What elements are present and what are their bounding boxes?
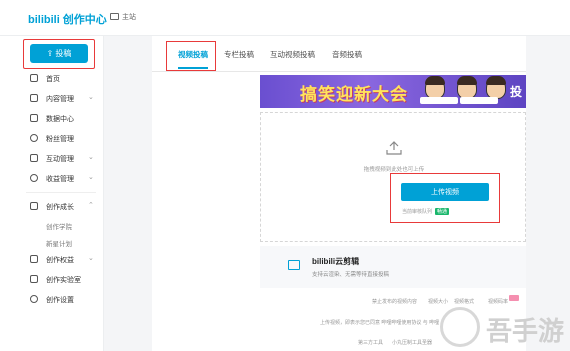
cloud-editor-title: bilibili云剪辑 xyxy=(312,257,360,266)
banner-character xyxy=(486,76,506,99)
cloud-editor-subtitle: 支持云渲染、无需等待直接投稿 xyxy=(312,272,390,278)
sidebar-item-label: 创作权益 xyxy=(46,257,74,264)
chat-icon xyxy=(30,154,38,162)
chevron-down-icon: ⌄ xyxy=(88,94,94,101)
chevron-down-icon: ⌄ xyxy=(88,255,94,262)
sidebar-item-label: 收益管理 xyxy=(46,176,74,183)
home-icon xyxy=(30,74,38,82)
sidebar-item-revenue[interactable]: 收益管理 ⌄ xyxy=(0,171,104,187)
review-queue-status: 当前审核队列 畅通 xyxy=(402,208,450,215)
tv-icon xyxy=(110,13,119,20)
sidebar-item-label: 数据中心 xyxy=(46,116,74,123)
sidebar-item-label: 首页 xyxy=(46,76,60,83)
coin-icon xyxy=(30,174,38,182)
promo-banner[interactable]: 搞笑迎新大会 投 xyxy=(260,75,526,108)
monitor-icon xyxy=(288,260,300,270)
sidebar-item-fans[interactable]: 粉丝管理 xyxy=(0,131,104,147)
logo-title: 创作中心 xyxy=(62,14,107,26)
upload-highlight-box: ⇪ 投稿 xyxy=(23,39,95,69)
banner-character xyxy=(425,76,445,99)
sidebar-item-growth[interactable]: 创作成长 ⌃ xyxy=(0,199,104,215)
sidebar-item-label: 创作设置 xyxy=(46,297,74,304)
watermark-text: 吾手游 xyxy=(486,316,565,346)
upload-video-button[interactable]: 上传视频 xyxy=(401,183,489,201)
chevron-down-icon: ⌄ xyxy=(88,174,94,181)
cloud-editor-card[interactable]: bilibili云剪辑 支持云渲染、无需等待直接投稿 xyxy=(260,246,526,288)
watermark: 吾手游 xyxy=(440,301,570,351)
sidebar: ⇪ 投稿 首页 内容管理 ⌄ 数据中心 粉丝管理 互动管理 ⌄ 收益管理 ⌄ 创作… xyxy=(0,36,104,351)
footer-link-xiaowan[interactable]: 小丸压制工具圣器 xyxy=(392,339,432,346)
dropzone-hint: 拖拽视频到此处也可上传 xyxy=(363,167,425,173)
banner-character xyxy=(457,76,477,99)
logo[interactable]: bilibili 创作中心 xyxy=(28,11,107,27)
sidebar-subitem-academy[interactable]: 创作学院 xyxy=(46,221,72,231)
sidebar-item-content[interactable]: 内容管理 ⌄ xyxy=(0,91,104,107)
upload-button[interactable]: ⇪ 投稿 xyxy=(30,44,88,63)
queue-status-badge: 畅通 xyxy=(435,208,450,215)
upload-cloud-icon xyxy=(386,141,402,155)
top-bar: bilibili 创作中心 主站 xyxy=(0,0,570,36)
gear-icon xyxy=(30,295,38,303)
chart-icon xyxy=(30,114,38,122)
tab-audio[interactable]: 音频投稿 xyxy=(332,49,362,60)
sidebar-item-label: 互动管理 xyxy=(46,156,74,163)
sidebar-item-lab[interactable]: 创作实验室 xyxy=(0,272,104,288)
sidebar-item-label: 粉丝管理 xyxy=(46,136,74,143)
upload-icon: ⇪ xyxy=(46,49,54,58)
queue-label: 当前审核队列 xyxy=(402,209,433,215)
sidebar-item-settings[interactable]: 创作设置 xyxy=(0,292,104,308)
home-link[interactable]: 主站 xyxy=(110,12,136,22)
upload-video-highlight-box: 上传视频 当前审核队列 畅通 xyxy=(390,173,500,223)
sidebar-item-label: 创作成长 xyxy=(46,204,74,211)
user-icon xyxy=(30,134,38,142)
gift-icon xyxy=(30,255,38,263)
banner-tag xyxy=(460,97,498,104)
footer-link-third-party[interactable]: 第三方工具 xyxy=(358,339,383,346)
logo-brand: bilibili xyxy=(28,14,60,26)
tab-active-underline xyxy=(178,67,208,69)
chevron-down-icon: ⌄ xyxy=(88,154,94,161)
chevron-up-icon: ⌃ xyxy=(88,202,94,209)
document-icon xyxy=(30,94,38,102)
sidebar-item-home[interactable]: 首页 xyxy=(0,71,104,87)
sidebar-item-interaction[interactable]: 互动管理 ⌄ xyxy=(0,151,104,167)
tab-article[interactable]: 专栏投稿 xyxy=(224,49,254,60)
tab-video[interactable]: 视频投稿 xyxy=(178,49,208,60)
sidebar-item-rights[interactable]: 创作权益 ⌄ xyxy=(0,252,104,268)
banner-tag xyxy=(420,97,458,104)
banner-title: 搞笑迎新大会 xyxy=(300,85,408,104)
upload-button-label: 投稿 xyxy=(55,49,72,58)
tab-interactive-video[interactable]: 互动视频投稿 xyxy=(270,49,315,60)
footer-link-prohibited[interactable]: 禁止发布的视频内容 xyxy=(372,298,417,305)
sidebar-item-label: 内容管理 xyxy=(46,96,74,103)
upload-tabs: 视频投稿 专栏投稿 互动视频投稿 音频投稿 xyxy=(152,36,526,72)
sidebar-item-label: 创作实验室 xyxy=(46,277,81,284)
sidebar-divider xyxy=(26,192,96,193)
flask-icon xyxy=(30,275,38,283)
home-link-label: 主站 xyxy=(122,14,136,21)
sidebar-subitem-newstar[interactable]: 新星计划 xyxy=(46,238,72,248)
footer-agreement: 上传视频，即表示您已同意 哔哩哔哩使用协议 与 哔哩 xyxy=(320,320,440,326)
upload-dropzone[interactable]: 拖拽视频到此处也可上传 上传视频 当前审核队列 畅通 xyxy=(260,112,526,242)
sidebar-item-data[interactable]: 数据中心 xyxy=(0,111,104,127)
watermark-logo xyxy=(440,307,480,347)
graduation-icon xyxy=(30,202,38,210)
banner-right-text: 投 xyxy=(510,85,523,99)
